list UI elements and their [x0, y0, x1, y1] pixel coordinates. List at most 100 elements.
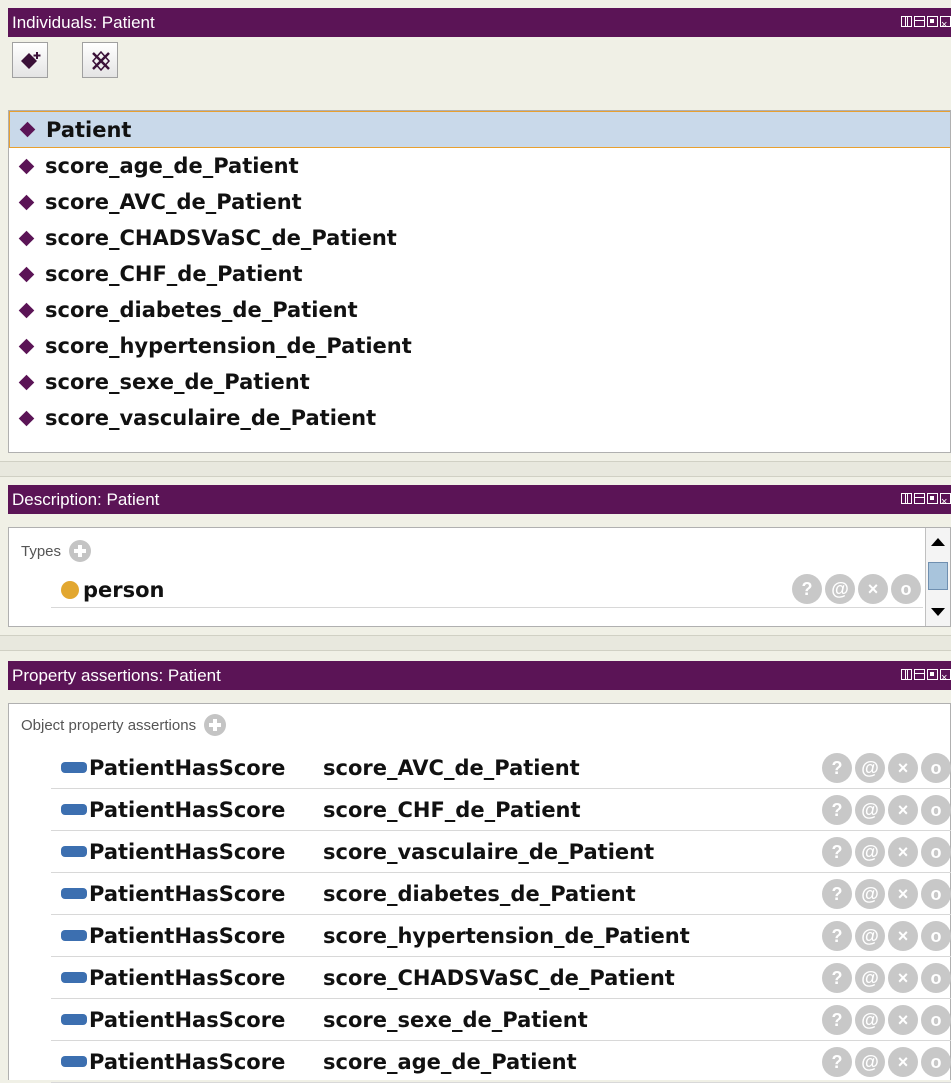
add-object-assertion-button[interactable] [204, 714, 227, 736]
explain-button[interactable]: ? [822, 1005, 852, 1035]
individual-item[interactable]: score_CHADSVaSC_de_Patient [9, 220, 950, 256]
split-vertical-icon[interactable] [914, 493, 925, 504]
scroll-down-icon[interactable] [931, 608, 945, 616]
object-assertion-row[interactable]: PatientHasScore score_hypertension_de_Pa… [51, 915, 951, 957]
explain-button[interactable]: ? [822, 1047, 852, 1077]
assertion-property: PatientHasScore [89, 1049, 286, 1074]
object-assertion-row[interactable]: PatientHasScore score_CHADSVaSC_de_Patie… [51, 957, 951, 999]
row-actions: ? @ × o [822, 921, 951, 951]
add-type-button[interactable] [69, 540, 92, 562]
close-view-icon[interactable] [940, 664, 951, 693]
individual-item[interactable]: score_diabetes_de_Patient [9, 292, 950, 328]
delete-individual-button[interactable] [82, 42, 118, 78]
split-vertical-icon[interactable] [914, 16, 925, 27]
scroll-up-icon[interactable] [931, 538, 945, 546]
individual-label: score_age_de_Patient [45, 154, 299, 178]
individual-icon [18, 158, 35, 174]
row-actions: ? @ × o [822, 879, 951, 909]
explain-button[interactable]: ? [822, 921, 852, 951]
scroll-thumb[interactable] [928, 562, 948, 590]
object-property-icon [61, 804, 87, 815]
edit-button[interactable]: o [891, 574, 921, 604]
object-assertion-row[interactable]: PatientHasScore score_sexe_de_Patient ? … [51, 999, 951, 1041]
edit-button[interactable]: o [921, 963, 951, 993]
split-vertical-icon[interactable] [914, 669, 925, 680]
individuals-panel-titlebar: Individuals: Patient [8, 8, 951, 40]
delete-button[interactable]: × [888, 879, 918, 909]
delete-button[interactable]: × [858, 574, 888, 604]
delete-button[interactable]: × [888, 795, 918, 825]
explain-button[interactable]: ? [822, 879, 852, 909]
delete-individual-icon [91, 50, 111, 72]
delete-button[interactable]: × [888, 1047, 918, 1077]
assertion-value: score_hypertension_de_Patient [323, 923, 690, 948]
explain-button[interactable]: ? [822, 837, 852, 867]
annotate-button[interactable]: @ [855, 1047, 885, 1077]
individual-label: score_diabetes_de_Patient [45, 298, 358, 322]
individual-item[interactable]: score_hypertension_de_Patient [9, 328, 950, 364]
delete-button[interactable]: × [888, 921, 918, 951]
individual-item-patient[interactable]: Patient [9, 111, 950, 148]
description-body: Types person ? @ × o [8, 527, 951, 627]
assertion-property: PatientHasScore [89, 755, 286, 780]
delete-button[interactable]: × [888, 837, 918, 867]
object-property-icon [61, 1056, 87, 1067]
individual-icon [18, 374, 35, 390]
panel-splitter[interactable] [0, 635, 951, 651]
edit-button[interactable]: o [921, 837, 951, 867]
individual-item[interactable]: score_CHF_de_Patient [9, 256, 950, 292]
delete-button[interactable]: × [888, 753, 918, 783]
add-individual-button[interactable] [12, 42, 48, 78]
delete-button[interactable]: × [888, 1005, 918, 1035]
individual-item[interactable]: score_sexe_de_Patient [9, 364, 950, 400]
view-controls [901, 488, 951, 517]
individual-label: score_vasculaire_de_Patient [45, 406, 377, 430]
edit-button[interactable]: o [921, 879, 951, 909]
split-horizontal-icon[interactable] [901, 669, 912, 680]
property-panel-titlebar: Property assertions: Patient [8, 661, 951, 693]
row-actions: ? @ × o [822, 1047, 951, 1077]
individual-icon [18, 194, 35, 210]
object-assertion-row[interactable]: PatientHasScore score_vasculaire_de_Pati… [51, 831, 951, 873]
assertion-property: PatientHasScore [89, 1007, 286, 1032]
object-assertion-row[interactable]: PatientHasScore score_diabetes_de_Patien… [51, 873, 951, 915]
float-view-icon[interactable] [927, 493, 938, 504]
object-assertion-row[interactable]: PatientHasScore score_CHF_de_Patient ? @… [51, 789, 951, 831]
explain-button[interactable]: ? [792, 574, 822, 604]
delete-button[interactable]: × [888, 963, 918, 993]
view-controls [901, 664, 951, 693]
types-label: Types [21, 542, 62, 560]
edit-button[interactable]: o [921, 921, 951, 951]
explain-button[interactable]: ? [822, 795, 852, 825]
annotate-button[interactable]: @ [855, 837, 885, 867]
object-assertion-row[interactable]: PatientHasScore score_age_de_Patient ? @… [51, 1041, 951, 1083]
annotate-button[interactable]: @ [855, 963, 885, 993]
type-row[interactable]: person ? @ × o [51, 572, 923, 608]
annotate-button[interactable]: @ [825, 574, 855, 604]
object-assertion-row[interactable]: PatientHasScore score_AVC_de_Patient ? @… [51, 747, 951, 789]
explain-button[interactable]: ? [822, 753, 852, 783]
annotate-button[interactable]: @ [855, 879, 885, 909]
assertion-value: score_CHF_de_Patient [323, 797, 581, 822]
edit-button[interactable]: o [921, 753, 951, 783]
panel-splitter[interactable] [0, 461, 951, 477]
close-view-icon[interactable] [940, 11, 951, 40]
annotate-button[interactable]: @ [855, 1005, 885, 1035]
split-horizontal-icon[interactable] [901, 16, 912, 27]
individual-item[interactable]: score_vasculaire_de_Patient [9, 400, 950, 436]
float-view-icon[interactable] [927, 669, 938, 680]
annotate-button[interactable]: @ [855, 921, 885, 951]
vertical-scrollbar[interactable] [925, 528, 950, 626]
edit-button[interactable]: o [921, 1005, 951, 1035]
float-view-icon[interactable] [927, 16, 938, 27]
annotate-button[interactable]: @ [855, 753, 885, 783]
explain-button[interactable]: ? [822, 963, 852, 993]
split-horizontal-icon[interactable] [901, 493, 912, 504]
annotate-button[interactable]: @ [855, 795, 885, 825]
close-view-icon[interactable] [940, 488, 951, 517]
row-actions: ? @ × o [792, 574, 921, 604]
edit-button[interactable]: o [921, 795, 951, 825]
edit-button[interactable]: o [921, 1047, 951, 1077]
individual-item[interactable]: score_AVC_de_Patient [9, 184, 950, 220]
individual-item[interactable]: score_age_de_Patient [9, 148, 950, 184]
